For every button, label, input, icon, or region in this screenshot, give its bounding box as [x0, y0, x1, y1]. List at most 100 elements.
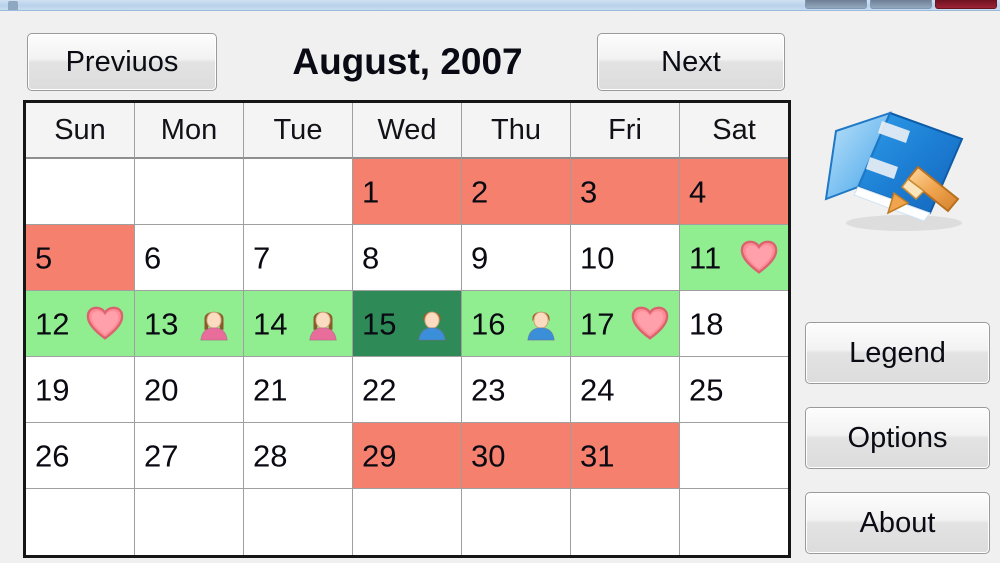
calendar-day-cell-29[interactable]: 29 — [353, 423, 462, 489]
day-header-label: Sat — [712, 113, 756, 146]
day-number: 28 — [253, 438, 288, 473]
calendar-day-cell-15[interactable]: 15 — [353, 291, 462, 357]
calendar-day-cell-13[interactable]: 13 — [135, 291, 244, 357]
day-header-fri: Fri — [571, 103, 680, 159]
calendar-day-cell-18[interactable]: 18 — [680, 291, 788, 357]
day-header-thu: Thu — [462, 103, 571, 159]
previous-month-button[interactable]: Previuos — [27, 33, 217, 91]
calendar-day-cell-26[interactable]: 26 — [26, 423, 135, 489]
calendar-day-cell-empty — [462, 489, 571, 555]
calendar-day-cell-6[interactable]: 6 — [135, 225, 244, 291]
calendar-day-cell-22[interactable]: 22 — [353, 357, 462, 423]
day-number: 4 — [689, 174, 707, 209]
diary-book-pen-icon — [812, 95, 982, 240]
day-number: 20 — [144, 372, 179, 407]
minimize-button[interactable] — [805, 0, 867, 9]
calendar-day-cell-21[interactable]: 21 — [244, 357, 353, 423]
calendar-week-row: 5 6 7 8 9 10 11 — [26, 225, 788, 291]
day-number: 18 — [689, 306, 724, 341]
day-number: 11 — [689, 240, 722, 275]
calendar-day-cell-10[interactable]: 10 — [571, 225, 680, 291]
options-button[interactable]: Options — [805, 407, 990, 469]
calendar-day-cell-19[interactable]: 19 — [26, 357, 135, 423]
page-title: August, 2007 — [292, 41, 523, 82]
day-number: 27 — [144, 438, 179, 473]
calendar-day-cell-14[interactable]: 14 — [244, 291, 353, 357]
day-number: 3 — [580, 174, 598, 209]
day-number: 22 — [362, 372, 397, 407]
calendar-header-row: Sun Mon Tue Wed Thu Fri Sat — [26, 103, 788, 159]
calendar-day-cell-16[interactable]: 16 — [462, 291, 571, 357]
day-number: 14 — [253, 306, 288, 341]
calendar-day-cell-20[interactable]: 20 — [135, 357, 244, 423]
day-header-label: Wed — [377, 113, 437, 146]
calendar-week-row: 12 13 14 15 16 17 18 — [26, 291, 788, 357]
female-person-icon — [304, 305, 342, 343]
day-header-label: Tue — [273, 113, 323, 146]
calendar-day-cell-25[interactable]: 25 — [680, 357, 788, 423]
calendar-day-cell-empty — [680, 489, 788, 555]
day-number: 7 — [253, 240, 271, 275]
day-header-label: Thu — [491, 113, 541, 146]
day-number: 2 — [471, 174, 489, 209]
day-number: 24 — [580, 372, 615, 407]
day-number: 10 — [580, 240, 615, 275]
day-number: 9 — [471, 240, 489, 275]
day-number: 5 — [35, 240, 53, 275]
calendar-day-cell-2[interactable]: 2 — [462, 159, 571, 225]
calendar-day-cell-12[interactable]: 12 — [26, 291, 135, 357]
calendar-day-cell-3[interactable]: 3 — [571, 159, 680, 225]
about-button[interactable]: About — [805, 492, 990, 554]
day-header-mon: Mon — [135, 103, 244, 159]
calendar-day-cell-28[interactable]: 28 — [244, 423, 353, 489]
day-number: 16 — [471, 306, 506, 341]
window-app-icon — [8, 1, 18, 10]
calendar-day-cell-17[interactable]: 17 — [571, 291, 680, 357]
day-number: 29 — [362, 438, 397, 473]
day-number: 26 — [35, 438, 70, 473]
calendar-day-cell-empty — [26, 159, 135, 225]
legend-button[interactable]: Legend — [805, 322, 990, 384]
calendar-day-cell-empty — [680, 423, 788, 489]
calendar-day-cell-23[interactable]: 23 — [462, 357, 571, 423]
next-month-button[interactable]: Next — [597, 33, 785, 91]
maximize-button[interactable] — [870, 0, 932, 9]
day-header-label: Sun — [54, 113, 106, 146]
calendar-day-cell-5[interactable]: 5 — [26, 225, 135, 291]
day-header-wed: Wed — [353, 103, 462, 159]
day-header-tue: Tue — [244, 103, 353, 159]
calendar-day-cell-4[interactable]: 4 — [680, 159, 788, 225]
heart-icon — [740, 239, 778, 277]
close-button[interactable] — [935, 0, 997, 9]
calendar-week-row: 1 2 3 4 — [26, 159, 788, 225]
day-header-label: Mon — [160, 113, 218, 146]
day-number: 31 — [580, 438, 615, 473]
calendar-day-cell-8[interactable]: 8 — [353, 225, 462, 291]
calendar-week-row: 26 27 28 29 30 31 — [26, 423, 788, 489]
day-number: 12 — [35, 306, 70, 341]
calendar-week-row — [26, 489, 788, 555]
day-number: 1 — [362, 174, 380, 209]
male-person-icon — [413, 305, 451, 343]
month-navigation-bar: Previuos August, 2007 Next — [0, 11, 1000, 101]
calendar-day-cell-empty — [135, 159, 244, 225]
day-number: 6 — [144, 240, 162, 275]
window-titlebar — [0, 0, 1000, 11]
female-person-icon — [195, 305, 233, 343]
day-number: 15 — [362, 306, 397, 341]
day-number: 23 — [471, 372, 506, 407]
calendar-day-cell-1[interactable]: 1 — [353, 159, 462, 225]
calendar-day-cell-11[interactable]: 11 — [680, 225, 788, 291]
calendar-application-window: Previuos August, 2007 Next Sun Mon Tue Wed T… — [0, 0, 1000, 563]
calendar-day-cell-7[interactable]: 7 — [244, 225, 353, 291]
heart-icon — [631, 305, 669, 343]
calendar-day-cell-31[interactable]: 31 — [571, 423, 680, 489]
calendar-day-cell-27[interactable]: 27 — [135, 423, 244, 489]
calendar-grid: Sun Mon Tue Wed Thu Fri Sat 1 2 3 4 5 6 7 8 9 10 11 12 13 1… — [23, 100, 791, 558]
calendar-day-cell-empty — [244, 159, 353, 225]
day-header-sun: Sun — [26, 103, 135, 159]
calendar-day-cell-24[interactable]: 24 — [571, 357, 680, 423]
calendar-day-cell-30[interactable]: 30 — [462, 423, 571, 489]
calendar-day-cell-empty — [571, 489, 680, 555]
calendar-day-cell-9[interactable]: 9 — [462, 225, 571, 291]
